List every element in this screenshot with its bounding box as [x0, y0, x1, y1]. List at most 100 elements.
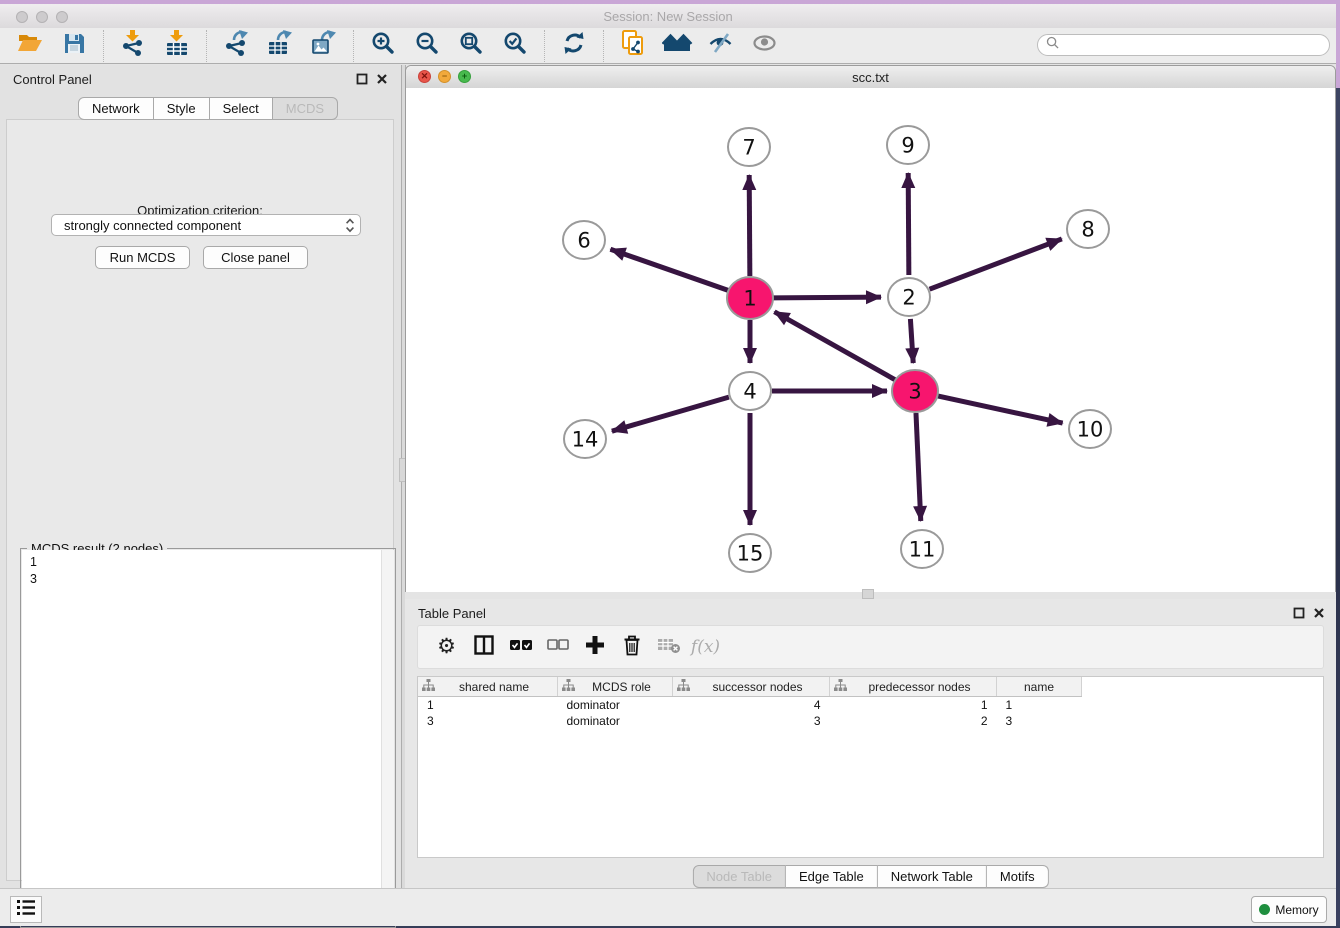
mcds-result-list[interactable]: 13 — [22, 550, 382, 926]
graph-node-8[interactable]: 8 — [1067, 210, 1109, 248]
table-cell[interactable]: 1 — [418, 697, 558, 714]
graph-node-6[interactable]: 6 — [563, 221, 605, 259]
graph-edge-2-9[interactable] — [908, 173, 909, 275]
zoom-out-button[interactable] — [405, 30, 449, 62]
refresh-network-view-button[interactable] — [552, 30, 596, 62]
table-row[interactable]: 3dominator323 — [418, 713, 1082, 729]
export-network-button[interactable] — [214, 30, 258, 62]
window-frame-right — [1336, 0, 1340, 88]
close-panel-icon[interactable] — [375, 72, 389, 86]
graph-node-7[interactable]: 7 — [728, 128, 770, 166]
graph-node-2[interactable]: 2 — [888, 278, 930, 316]
column-layout-button[interactable] — [465, 632, 502, 662]
task-history-button[interactable] — [10, 896, 42, 923]
table-cell[interactable]: dominator — [558, 697, 673, 714]
save-session-button[interactable] — [52, 30, 96, 62]
graph-node-15[interactable]: 15 — [729, 534, 771, 572]
table-cell[interactable]: dominator — [558, 713, 673, 729]
tab-edge-table[interactable]: Edge Table — [786, 865, 878, 888]
network-view-title: scc.txt — [406, 70, 1335, 85]
close-panel-button[interactable]: Close panel — [203, 246, 308, 269]
search-box[interactable] — [1037, 34, 1330, 56]
column-header-predecessor-nodes[interactable]: predecessor nodes — [830, 677, 997, 697]
graph-edge-4-14[interactable] — [612, 397, 729, 431]
unselect-all-columns-icon — [547, 638, 569, 657]
hide-selected-button[interactable] — [699, 30, 743, 62]
function-builder-button[interactable]: f(x) — [687, 632, 724, 662]
zoom-fit-content-icon — [459, 31, 483, 60]
column-header-name[interactable]: name — [997, 677, 1082, 697]
graph-node-9[interactable]: 9 — [887, 126, 929, 164]
import-network-from-file-button[interactable] — [111, 30, 155, 62]
select-all-columns-icon — [509, 637, 533, 658]
show-graphics-details-icon — [751, 31, 779, 60]
tab-select[interactable]: Select — [210, 97, 273, 120]
graph-edge-2-3[interactable] — [910, 319, 913, 363]
graph-edge-3-1[interactable] — [774, 312, 895, 380]
table-row[interactable]: 1dominator411 — [418, 697, 1082, 714]
create-column-button[interactable] — [576, 632, 613, 662]
delete-columns-button[interactable] — [613, 632, 650, 662]
float-panel-icon[interactable] — [355, 72, 369, 86]
delete-columns-icon — [622, 634, 642, 661]
unselect-all-columns-button[interactable] — [539, 632, 576, 662]
show-graphics-details-button[interactable] — [743, 30, 787, 62]
graph-node-11[interactable]: 11 — [901, 530, 943, 568]
svg-text:11: 11 — [909, 538, 936, 562]
run-mcds-button[interactable]: Run MCDS — [95, 246, 190, 269]
graph-edge-2-8[interactable] — [930, 239, 1062, 289]
table-cell[interactable]: 3 — [997, 713, 1082, 729]
tab-style[interactable]: Style — [154, 97, 210, 120]
zoom-fit-content-button[interactable] — [449, 30, 493, 62]
export-image-icon — [311, 30, 337, 61]
graph-edge-1-6[interactable] — [610, 249, 729, 291]
memory-button[interactable]: Memory — [1251, 896, 1327, 923]
open-session-button[interactable] — [8, 30, 52, 62]
graph-edge-1-2[interactable] — [772, 297, 881, 298]
close-table-panel-icon[interactable] — [1312, 606, 1326, 620]
tab-mcds[interactable]: MCDS — [273, 97, 338, 120]
list-icon — [16, 899, 36, 921]
tab-network[interactable]: Network — [78, 97, 154, 120]
new-network-from-selection-button[interactable] — [611, 30, 655, 62]
graph-node-14[interactable]: 14 — [564, 420, 606, 458]
graph-node-1[interactable]: 1 — [727, 277, 773, 319]
save-session-icon — [62, 31, 87, 61]
table-cell[interactable]: 4 — [673, 697, 830, 714]
zoom-in-button[interactable] — [361, 30, 405, 62]
column-header-MCDS-role[interactable]: MCDS role — [558, 677, 673, 697]
table-cell[interactable]: 1 — [830, 697, 997, 714]
zoom-selected-region-button[interactable] — [493, 30, 537, 62]
column-header-successor-nodes[interactable]: successor nodes — [673, 677, 830, 697]
export-table-button[interactable] — [258, 30, 302, 62]
tab-node-table[interactable]: Node Table — [692, 865, 786, 888]
graph-edge-3-11[interactable] — [916, 413, 921, 521]
select-all-columns-button[interactable] — [502, 632, 539, 662]
attribute-tree-icon — [677, 679, 690, 694]
tab-motifs[interactable]: Motifs — [987, 865, 1049, 888]
search-input[interactable] — [1064, 37, 1329, 53]
main-titlebar: Session: New Session — [0, 4, 1336, 29]
float-table-panel-icon[interactable] — [1292, 606, 1306, 620]
graph-edge-1-7[interactable] — [749, 175, 750, 276]
table-cell[interactable]: 2 — [830, 713, 997, 729]
table-cell[interactable]: 1 — [997, 697, 1082, 714]
column-header-shared-name[interactable]: shared name — [418, 677, 558, 697]
first-neighbors-button[interactable] — [655, 30, 699, 62]
graph-edge-3-10[interactable] — [936, 396, 1062, 423]
table-cell[interactable]: 3 — [673, 713, 830, 729]
graph-node-4[interactable]: 4 — [729, 372, 771, 410]
tab-network-table[interactable]: Network Table — [878, 865, 987, 888]
table-settings-button[interactable]: ⚙ — [428, 632, 465, 662]
table-cell[interactable]: 3 — [418, 713, 558, 729]
network-canvas[interactable]: 7 9 6 8 1 2 4 3 14 10 15 11 — [406, 88, 1335, 592]
optimization-criterion-select[interactable]: strongly connected component — [51, 214, 361, 236]
result-scrollbar[interactable] — [381, 550, 394, 926]
node-table-grid[interactable]: shared nameMCDS rolesuccessor nodesprede… — [418, 677, 1082, 729]
graph-node-3[interactable]: 3 — [892, 370, 938, 412]
graph-node-10[interactable]: 10 — [1069, 410, 1111, 448]
import-table-from-file-button[interactable] — [155, 30, 199, 62]
delete-table-button[interactable] — [650, 632, 687, 662]
export-image-button[interactable] — [302, 30, 346, 62]
horizontal-splitter-handle[interactable] — [862, 589, 874, 599]
